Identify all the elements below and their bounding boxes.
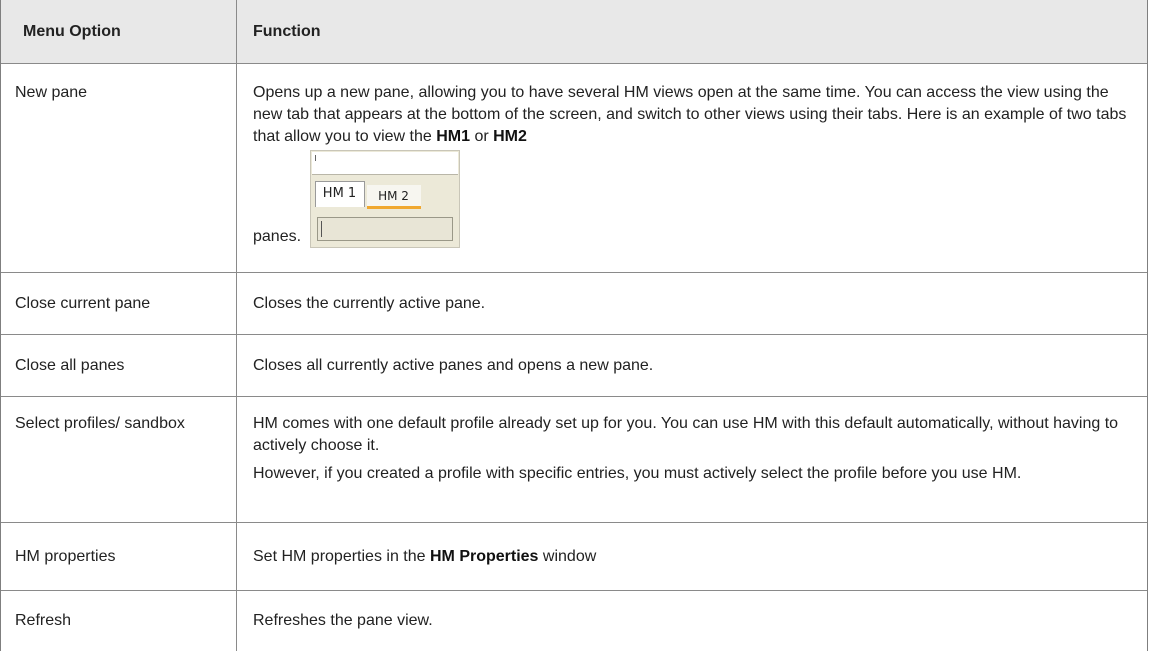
table-row: Select profiles/ sandbox HM comes with o… [1,397,1147,523]
function-paragraph: However, if you created a profile with s… [253,465,1022,482]
image-bottom-bar [316,217,453,241]
text-segment: window [542,547,597,565]
menu-option-cell: Close current pane [1,273,237,334]
example-tab-hm1: HM 1 [314,181,365,207]
menu-option-cell: New pane [1,64,237,272]
table-row: Close current pane Closes the currently … [1,273,1147,335]
table-row: HM properties Set HM properties in the H… [1,523,1147,591]
table-header-row: Menu Option Function [1,0,1147,64]
text-segment: Opens up a new pane, allowing you to hav… [253,84,1127,145]
text-segment: panes. [253,228,302,245]
function-paragraph: HM comes with one default profile alread… [253,415,1119,454]
function-cell: Closes the currently active pane. [253,294,486,312]
menu-option-cell: Select profiles/ sandbox [1,397,237,522]
menu-option-cell: Refresh [1,591,237,651]
panes-line: panes. HM 1 HM 2 [253,150,1129,248]
bold-term: HM Properties [429,547,539,565]
function-cell: Closes all currently active panes and op… [253,356,654,374]
text-segment: or [470,128,494,145]
function-cell: Refreshes the pane view. [253,612,433,629]
menu-option-cell: HM properties [1,523,237,590]
text-segment: Set HM properties in the [253,547,426,565]
menu-option-cell: Close all panes [1,335,237,396]
column-header-function: Function [253,22,321,40]
function-text: Opens up a new pane, allowing you to hav… [253,82,1129,148]
bold-term: HM2 [493,128,527,145]
table-row: New pane Opens up a new pane, allowing y… [1,64,1147,273]
function-cell: Set HM properties in the HM Properties w… [237,523,1147,590]
pane-tabs-example-image: HM 1 HM 2 [309,150,460,248]
menu-options-table: Menu Option Function New pane Opens up a… [0,0,1148,651]
bold-term: HM1 [436,128,470,145]
image-top-bar [311,152,458,175]
function-cell: Opens up a new pane, allowing you to hav… [237,64,1147,272]
function-cell: HM comes with one default profile alread… [237,397,1147,522]
example-tab-hm2: HM 2 [366,185,421,209]
column-header-menu-option: Menu Option [1,0,237,64]
table-row: Refresh Refreshes the pane view. [1,591,1147,651]
table-row: Close all panes Closes all currently act… [1,335,1147,397]
